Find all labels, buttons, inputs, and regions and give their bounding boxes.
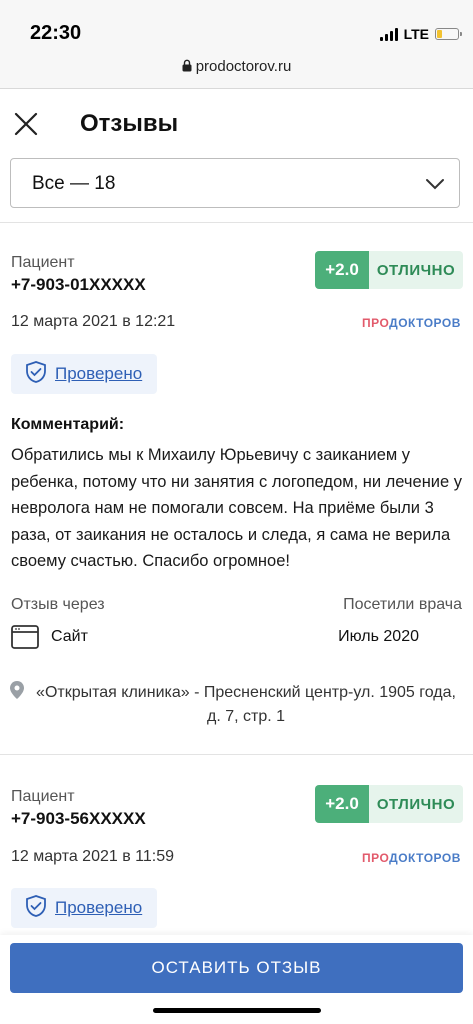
leave-review-button[interactable]: ОСТАВИТЬ ОТЗЫВ [10, 943, 463, 993]
filter-selected-value: Все — 18 [32, 173, 116, 194]
verified-link[interactable]: Проверено [55, 898, 142, 918]
patient-label: Пациент [11, 788, 75, 805]
divider [0, 754, 473, 755]
url-text: prodoctorov.ru [195, 58, 292, 75]
clinic-address[interactable]: «Открытая клиника» - Пресненский центр-у… [36, 681, 456, 729]
rating-word: ОТЛИЧНО [369, 785, 463, 823]
home-indicator[interactable] [153, 1008, 321, 1013]
chevron-down-icon [425, 177, 445, 195]
review-via-value: Сайт [51, 628, 88, 645]
divider [0, 222, 473, 223]
battery-icon [435, 28, 462, 40]
rating-badge: +2.0 ОТЛИЧНО [315, 785, 463, 823]
verified-badge: Проверено [11, 354, 157, 394]
shield-check-icon [24, 360, 48, 389]
browser-window-icon [11, 625, 39, 654]
network-type: LTE [403, 26, 429, 42]
verified-link[interactable]: Проверено [55, 364, 142, 384]
page-title: Отзывы [80, 110, 179, 137]
address-bar[interactable]: prodoctorov.ru [0, 58, 473, 76]
prodoctorov-logo: ПРОДОКТОРОВ [362, 316, 461, 330]
comment-text: Обратились мы к Михаилу Юрьевичу с заика… [11, 446, 463, 570]
verified-badge: Проверено [11, 888, 157, 928]
close-icon[interactable] [12, 110, 40, 138]
visit-value: Июль 2020 [338, 628, 419, 645]
patient-label: Пациент [11, 254, 75, 271]
rating-badge: +2.0 ОТЛИЧНО [315, 251, 463, 289]
shield-check-icon [24, 894, 48, 923]
reviews-filter-select[interactable]: Все — 18 [10, 158, 460, 208]
lock-icon [182, 59, 192, 76]
visit-label: Посетили врача [343, 596, 462, 613]
signal-icon [379, 27, 398, 41]
location-pin-icon [10, 681, 24, 704]
rating-word: ОТЛИЧНО [369, 251, 463, 289]
review-date: 12 марта 2021 в 12:21 [11, 313, 176, 330]
rating-score: +2.0 [315, 785, 369, 823]
comment-heading: Комментарий: [11, 416, 125, 433]
patient-phone: +7-903-56XXXXX [11, 809, 146, 828]
rating-score: +2.0 [315, 251, 369, 289]
patient-phone: +7-903-01XXXXX [11, 275, 146, 294]
review-via-label: Отзыв через [11, 596, 105, 613]
status-time: 22:30 [30, 22, 82, 44]
status-indicators: LTE [379, 26, 462, 42]
prodoctorov-logo: ПРОДОКТОРОВ [362, 851, 461, 865]
review-date: 12 марта 2021 в 11:59 [11, 848, 175, 865]
